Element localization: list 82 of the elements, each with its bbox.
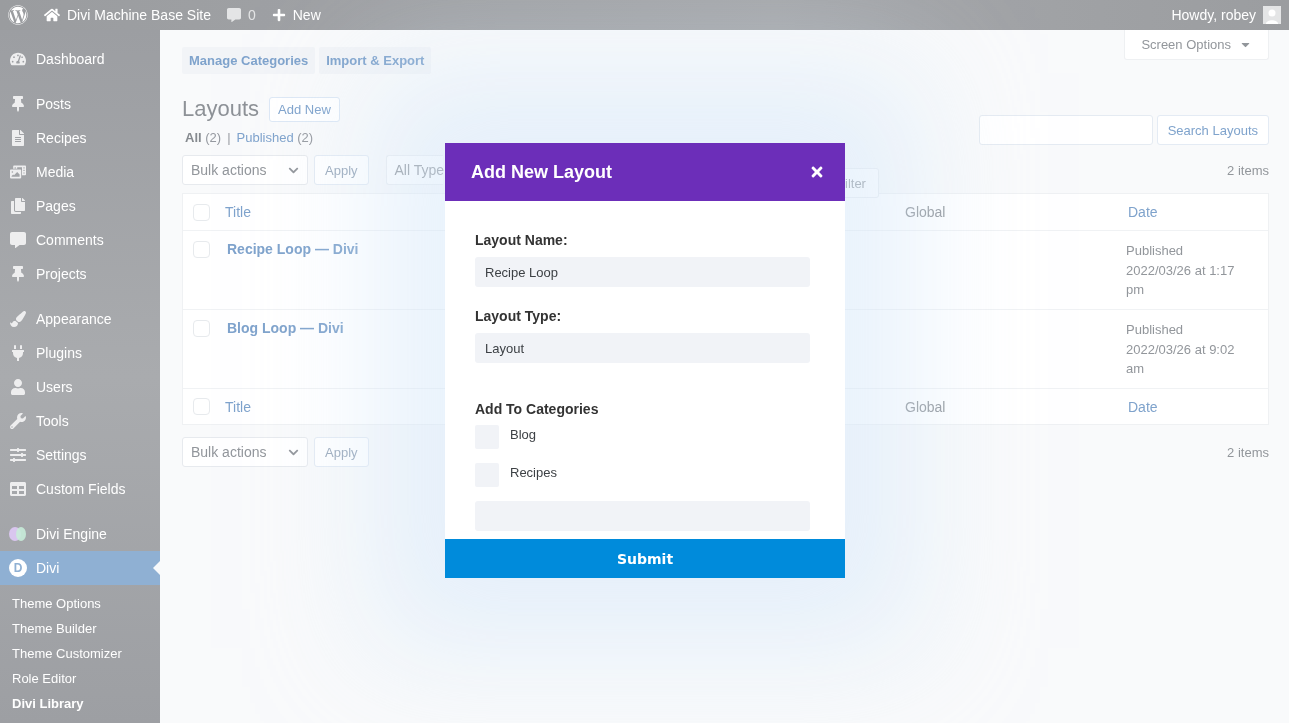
avatar-icon bbox=[1263, 6, 1281, 24]
search-field[interactable] bbox=[978, 115, 1153, 145]
menu-item[interactable]: Custom Fields bbox=[36, 481, 126, 497]
pushpin-icon bbox=[9, 266, 27, 282]
menu-item[interactable]: Users bbox=[36, 379, 73, 395]
field-label: Layout Name: bbox=[475, 232, 569, 248]
menu-item[interactable]: Tools bbox=[36, 413, 69, 429]
site-name-link[interactable]: Divi Machine Base Site bbox=[67, 7, 211, 23]
menu-item[interactable]: Appearance bbox=[36, 311, 112, 327]
document-icon bbox=[9, 130, 27, 146]
input-field[interactable]: Layout bbox=[475, 333, 810, 363]
submenu-item[interactable]: Divi Library bbox=[12, 691, 160, 716]
bulk-actions-select[interactable]: Bulk actions bbox=[182, 437, 308, 467]
wrench-icon bbox=[9, 413, 27, 429]
close-button[interactable] bbox=[809, 164, 825, 180]
checkbox[interactable] bbox=[193, 320, 210, 337]
add-new-button[interactable]: Add New bbox=[269, 96, 340, 122]
menu-item[interactable]: Media bbox=[36, 164, 75, 180]
menu-item[interactable]: Pages bbox=[36, 198, 76, 214]
tab-button[interactable]: Import & Export bbox=[319, 47, 432, 74]
column-header[interactable]: Date bbox=[1126, 398, 1268, 415]
menu-item[interactable]: Divi bbox=[36, 560, 60, 576]
item-count: 2 items bbox=[1227, 444, 1269, 460]
separator: | bbox=[227, 130, 231, 145]
checkbox[interactable] bbox=[193, 398, 210, 415]
home-icon bbox=[44, 7, 60, 23]
submenu-item[interactable]: Role Editor bbox=[12, 666, 160, 691]
column-header[interactable]: Date bbox=[1126, 204, 1268, 220]
checkbox-label: Blog bbox=[510, 427, 537, 442]
type-filter-select[interactable]: All Type bbox=[385, 155, 443, 185]
plus-icon bbox=[271, 8, 286, 22]
field-label: Add To Categories bbox=[475, 401, 600, 417]
engine-logo-icon bbox=[9, 527, 27, 541]
submenu-item[interactable]: Theme Options bbox=[12, 591, 160, 616]
submenu-item[interactable]: Theme Customizer bbox=[12, 641, 160, 666]
apply-button[interactable]: Apply bbox=[314, 155, 369, 185]
divi-logo-icon: D bbox=[9, 559, 27, 577]
speech-bubble-icon bbox=[9, 232, 27, 248]
submit-button[interactable]: Submit bbox=[445, 539, 845, 578]
menu-item[interactable]: Settings bbox=[36, 447, 87, 463]
table-icon bbox=[9, 481, 27, 497]
menu-item[interactable]: Dashboard bbox=[36, 51, 105, 67]
input-field[interactable]: Recipe Loop bbox=[475, 257, 810, 287]
comment-count[interactable]: 0 bbox=[247, 7, 256, 23]
column-header: Global bbox=[904, 398, 947, 415]
field-label: Layout Type: bbox=[475, 308, 563, 324]
date-cell-text: Published 2022/03/26 at 1:17 pm bbox=[1126, 242, 1236, 299]
menu-item[interactable]: Plugins bbox=[36, 345, 82, 361]
plug-icon bbox=[9, 345, 27, 361]
menu-item[interactable]: Projects bbox=[36, 266, 87, 282]
date-cell-text: Published 2022/03/26 at 9:02 am bbox=[1126, 321, 1236, 378]
tab-button[interactable]: Manage Categories bbox=[182, 47, 316, 74]
submenu-item[interactable]: Theme Builder bbox=[12, 616, 160, 641]
menu-item[interactable]: Recipes bbox=[36, 130, 87, 146]
item-count: 2 items bbox=[1227, 162, 1269, 178]
dashboard-icon bbox=[9, 51, 27, 67]
page-title: Layouts bbox=[182, 96, 260, 122]
apply-button[interactable]: Apply bbox=[314, 437, 369, 467]
speech-bubble-icon bbox=[226, 8, 241, 22]
screen-options-button[interactable]: Screen Options bbox=[1124, 30, 1269, 60]
sliders-icon bbox=[9, 447, 27, 463]
modal-title: Add New Layout bbox=[471, 161, 612, 183]
paintbrush-icon bbox=[9, 311, 27, 327]
menu-item[interactable]: Comments bbox=[36, 232, 104, 248]
pages-icon bbox=[9, 198, 27, 214]
menu-item[interactable]: Posts bbox=[36, 96, 71, 112]
media-icon bbox=[9, 164, 27, 180]
checkbox[interactable] bbox=[193, 203, 210, 221]
new-link[interactable]: New bbox=[292, 7, 321, 23]
user-icon bbox=[9, 379, 27, 395]
wordpress-logo-icon[interactable] bbox=[8, 5, 28, 25]
bulk-actions-select[interactable]: Bulk actions bbox=[182, 155, 308, 185]
checkbox[interactable] bbox=[193, 241, 210, 258]
pushpin-icon bbox=[9, 96, 27, 112]
menu-item[interactable]: Divi Engine bbox=[36, 526, 107, 542]
filter-button[interactable]: ilter bbox=[845, 168, 879, 198]
greeting-link[interactable]: Howdy, robey bbox=[1171, 7, 1256, 23]
checkbox-label: Recipes bbox=[510, 465, 557, 480]
view-link[interactable]: All (2) bbox=[185, 130, 222, 145]
column-header: Global bbox=[904, 204, 947, 220]
view-link[interactable]: Published (2) bbox=[236, 130, 314, 145]
search-button[interactable]: Search Layouts bbox=[1156, 115, 1269, 145]
